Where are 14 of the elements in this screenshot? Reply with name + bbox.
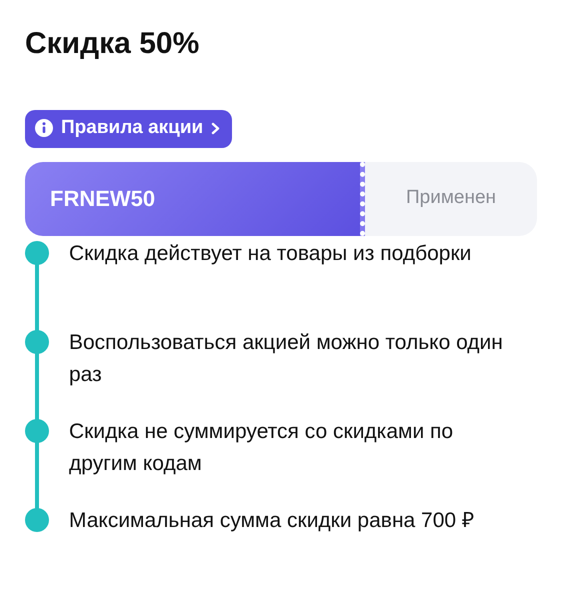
rule-text: Воспользоваться акцией можно только один раз [69,330,504,388]
chevron-right-icon [211,122,220,135]
timeline-dot [25,330,49,354]
info-icon [35,119,53,138]
timeline-dot [25,418,49,442]
rule-text: Максимальная сумма скидки равна 700 ₽ [69,508,474,534]
timeline-dot [25,508,49,532]
rule-text: Скидка не суммируется со скидками по другим кодам [69,418,454,476]
coupon-status: Применен [404,186,498,210]
rule-text: Скидка действует на товары из подборки [69,240,472,266]
timeline-dot [25,240,49,264]
promo-code: FRNEW50 [25,162,365,236]
rules-button[interactable]: Правила акции [25,110,232,148]
page-title: Скидка 50% [25,26,200,62]
